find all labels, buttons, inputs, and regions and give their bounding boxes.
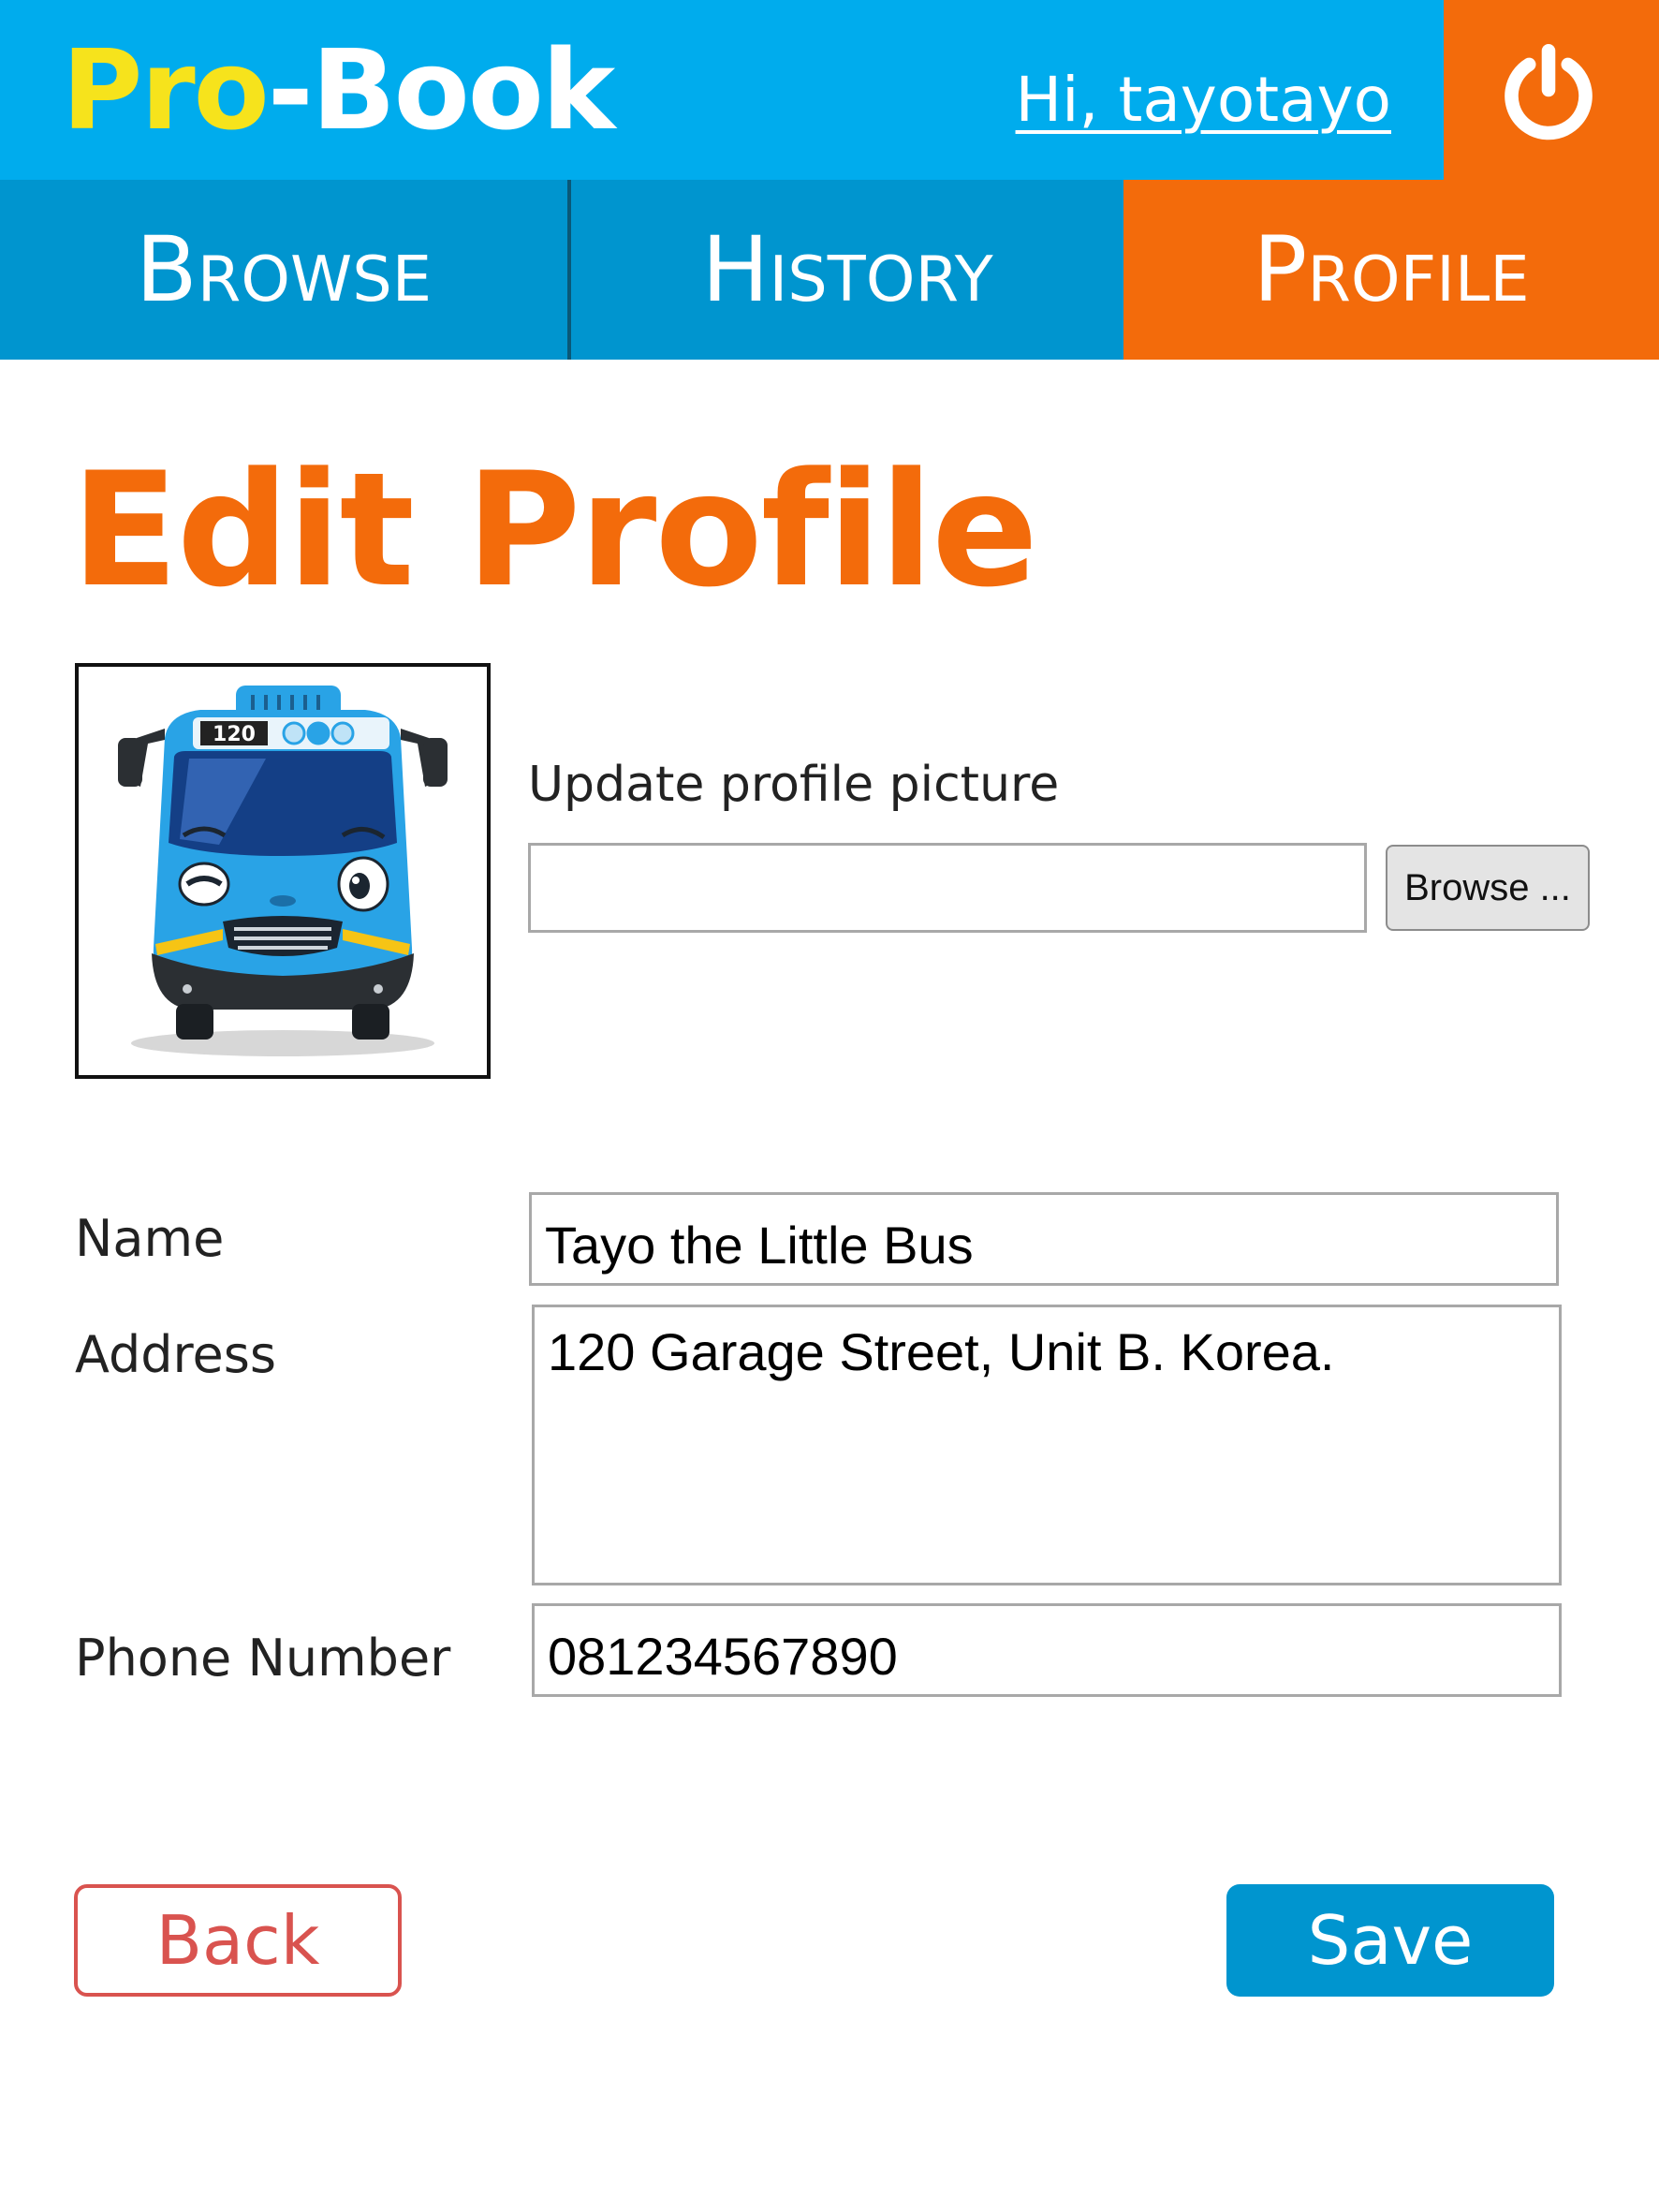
- tayo-bus-image: 120: [118, 686, 448, 1056]
- top-header: Pro-Book Hi, tayotayo: [0, 0, 1444, 180]
- browse-file-button[interactable]: Browse ...: [1386, 845, 1590, 931]
- app-logo[interactable]: Pro-Book: [62, 24, 616, 155]
- tab-profile[interactable]: Profile: [1123, 180, 1659, 360]
- logout-button[interactable]: [1444, 0, 1659, 180]
- name-input[interactable]: Tayo the Little Bus: [529, 1192, 1559, 1286]
- phone-number-label: Phone Number: [75, 1629, 451, 1688]
- user-greeting-link[interactable]: Hi, tayotayo: [1016, 58, 1391, 142]
- save-button[interactable]: Save: [1226, 1884, 1554, 1997]
- main-nav: Browse History Profile: [0, 180, 1659, 360]
- power-icon: [1505, 44, 1593, 140]
- address-label: Address: [75, 1325, 277, 1384]
- tab-browse[interactable]: Browse: [0, 180, 571, 360]
- phone-number-input[interactable]: 081234567890: [532, 1603, 1562, 1697]
- profile-avatar: 120: [75, 663, 491, 1079]
- update-picture-label: Update profile picture: [528, 757, 1060, 813]
- logo-text-pro: Pro: [62, 25, 270, 155]
- address-textarea[interactable]: 120 Garage Street, Unit B. Korea.: [532, 1305, 1562, 1585]
- bus-number-sign: 120: [213, 723, 256, 746]
- logo-separator: -: [267, 25, 314, 155]
- back-button[interactable]: Back: [74, 1884, 402, 1997]
- page-title: Edit Profile: [71, 438, 1038, 622]
- tab-history[interactable]: History: [571, 180, 1123, 360]
- logo-text-book: Book: [311, 25, 616, 155]
- name-label: Name: [75, 1209, 225, 1268]
- file-path-input[interactable]: [528, 843, 1367, 933]
